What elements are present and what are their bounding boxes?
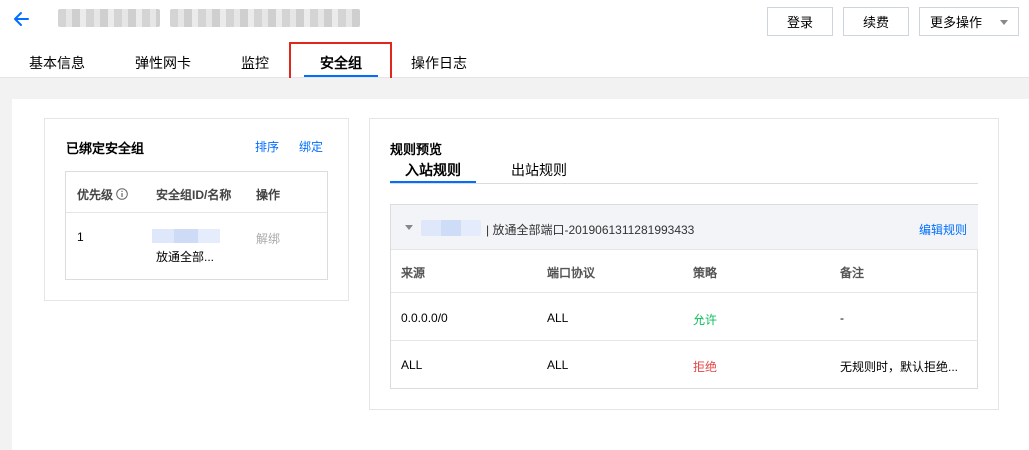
instance-id-redacted: [170, 9, 360, 27]
tab-operation-log[interactable]: 操作日志: [411, 53, 467, 73]
rule-1-port: ALL: [547, 358, 569, 372]
tab-eni[interactable]: 弹性网卡: [135, 53, 191, 73]
rule-1-remark: 无规则时，默认拒绝...: [840, 360, 959, 374]
rule-1-source: ALL: [401, 358, 423, 372]
rule-0-policy: 允许: [693, 313, 718, 327]
active-subtab-indicator: [390, 181, 476, 183]
row-priority-value: 1: [77, 230, 84, 244]
sg-id-redacted: [152, 229, 220, 243]
more-actions-label: 更多操作: [930, 15, 983, 30]
bind-link[interactable]: 绑定: [299, 138, 323, 155]
rule-1-policy: 拒绝: [693, 360, 718, 374]
rule-0-port: ALL: [547, 311, 569, 325]
chevron-down-icon: [1000, 20, 1008, 25]
tab-outbound-rules[interactable]: 出站规则: [511, 160, 567, 180]
edit-rules-link[interactable]: 编辑规则: [919, 221, 967, 238]
rule-group-label: | 放通全部端口-2019061311281993433: [486, 223, 695, 237]
instance-name-redacted: [58, 9, 160, 27]
col-priority-label: 优先级: [77, 188, 114, 202]
col-policy-header: 策略: [693, 266, 718, 280]
content-gutter-left: [0, 78, 12, 450]
sg-id-redacted: [421, 220, 481, 236]
col-source-header: 来源: [401, 266, 426, 280]
more-actions-dropdown[interactable]: 更多操作: [919, 7, 1019, 36]
back-arrow-icon[interactable]: [12, 10, 30, 28]
rule-0-source: 0.0.0.0/0: [401, 311, 448, 325]
col-remark-header: 备注: [840, 266, 865, 280]
login-button[interactable]: 登录: [767, 7, 833, 36]
tab-monitor[interactable]: 监控: [241, 53, 269, 73]
col-port-header: 端口协议: [547, 266, 596, 280]
rule-0-remark: -: [840, 311, 844, 325]
table-header-divider: [66, 212, 327, 213]
rule-row-divider: [391, 340, 978, 341]
col-sg-name-header: 安全组ID/名称: [156, 188, 232, 202]
col-action-header: 操作: [256, 188, 281, 202]
tab-basic-info[interactable]: 基本信息: [29, 53, 85, 73]
bound-sg-title: 已绑定安全组: [66, 141, 145, 156]
tab-inbound-rules[interactable]: 入站规则: [405, 160, 461, 180]
rules-preview-title: 规则预览: [390, 142, 443, 157]
active-tab-indicator: [304, 75, 378, 77]
renew-button[interactable]: 续费: [843, 7, 909, 36]
sort-link[interactable]: 排序: [255, 138, 279, 155]
col-priority-header: 优先级: [77, 186, 129, 203]
info-icon[interactable]: [116, 188, 129, 200]
sg-name-link[interactable]: 放通全部...: [156, 248, 214, 265]
page-header: 登录 续费 更多操作 基本信息 弹性网卡 监控 安全组 操作日志: [0, 0, 1029, 78]
caret-down-icon[interactable]: [405, 225, 413, 230]
rules-header-divider: [391, 292, 978, 293]
unbind-button[interactable]: 解绑: [256, 230, 280, 247]
rules-tab-divider: [390, 183, 978, 184]
rule-group-header: | 放通全部端口-2019061311281993433 编辑规则: [391, 205, 978, 250]
tab-security-group[interactable]: 安全组: [320, 53, 362, 73]
content-gutter-top: [0, 78, 1029, 99]
